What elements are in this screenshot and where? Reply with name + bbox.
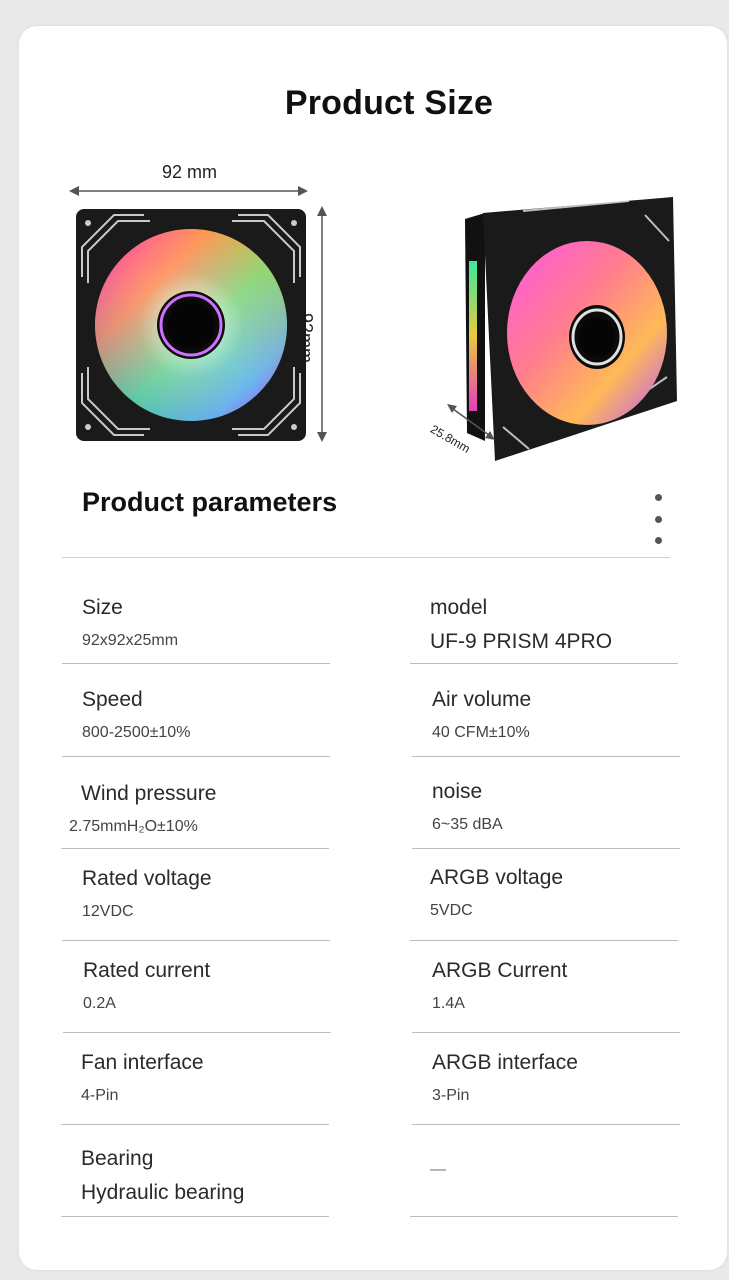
- more-vertical-icon[interactable]: [647, 494, 669, 544]
- product-card: Product Size 92 mm 92mm: [19, 26, 727, 1270]
- param-argb-voltage: ARGB voltage 5VDC: [410, 866, 698, 941]
- param-speed: Speed 800-2500±10%: [62, 688, 350, 757]
- row-divider: [412, 1032, 680, 1033]
- param-label: Wind pressure: [81, 782, 217, 805]
- param-rated-current: Rated current 0.2A: [63, 959, 351, 1033]
- param-label: Fan interface: [81, 1051, 204, 1074]
- param-argb-interface: ARGB interface 3-Pin: [412, 1051, 700, 1125]
- param-label: ARGB interface: [432, 1051, 578, 1074]
- param-value: 4-Pin: [81, 1087, 119, 1104]
- param-label: model: [430, 596, 488, 619]
- param-value: —: [430, 1161, 446, 1178]
- row-divider: [412, 756, 680, 757]
- row-divider: [410, 663, 678, 664]
- param-value: 5VDC: [430, 902, 473, 919]
- param-value: 92x92x25mm: [82, 632, 179, 649]
- param-fan-interface: Fan interface 4-Pin: [61, 1051, 349, 1125]
- param-value: 40 CFM±10%: [432, 724, 530, 741]
- param-value: 2.75mmH₂O±10%: [69, 818, 198, 835]
- more-dot: [654, 515, 662, 523]
- row-divider: [61, 848, 329, 849]
- row-divider: [410, 1216, 678, 1217]
- param-empty: —: [410, 1161, 698, 1217]
- row-divider: [62, 663, 330, 664]
- param-label: Speed: [82, 688, 143, 711]
- param-value: Hydraulic bearing: [81, 1181, 245, 1204]
- header-divider: [62, 557, 670, 558]
- param-value: 0.2A: [83, 995, 116, 1012]
- param-label: Rated current: [83, 959, 211, 982]
- param-label: Bearing: [81, 1147, 154, 1170]
- row-divider: [62, 756, 330, 757]
- param-value: 6~35 dBA: [432, 816, 503, 833]
- param-model: model UF-9 PRISM 4PRO: [410, 596, 698, 664]
- param-value: UF-9 PRISM 4PRO: [430, 630, 613, 653]
- param-label: ARGB Current: [432, 959, 568, 982]
- row-divider: [410, 940, 678, 941]
- row-divider: [63, 1032, 331, 1033]
- param-bearing: Bearing Hydraulic bearing: [61, 1147, 349, 1217]
- more-dot: [654, 494, 662, 501]
- width-dimension-label: 92 mm: [162, 162, 218, 182]
- param-wind-pressure: Wind pressure 2.75mmH₂O±10%: [61, 782, 349, 849]
- param-size: Size 92x92x25mm: [62, 596, 350, 664]
- row-divider: [62, 940, 330, 941]
- product-parameters-title: Product parameters: [82, 487, 338, 517]
- param-label: noise: [432, 780, 483, 803]
- param-label: Rated voltage: [82, 867, 212, 890]
- row-divider: [61, 1216, 329, 1217]
- param-value: 800-2500±10%: [82, 724, 191, 741]
- more-dot: [654, 537, 662, 544]
- param-label: Air volume: [432, 688, 532, 711]
- param-value: 12VDC: [82, 903, 134, 920]
- row-divider: [412, 848, 680, 849]
- param-argb-current: ARGB Current 1.4A: [412, 959, 700, 1033]
- row-divider: [61, 1124, 329, 1125]
- param-noise: noise 6~35 dBA: [412, 780, 700, 849]
- param-rated-voltage: Rated voltage 12VDC: [62, 867, 350, 941]
- param-value: 3-Pin: [432, 1087, 470, 1104]
- param-air-volume: Air volume 40 CFM±10%: [412, 688, 700, 757]
- param-value: 1.4A: [432, 995, 465, 1012]
- param-label: ARGB voltage: [430, 866, 564, 889]
- fan-front-image: [76, 209, 306, 441]
- row-divider: [412, 1124, 680, 1125]
- product-size-title: Product Size: [284, 84, 494, 122]
- param-label: Size: [82, 596, 123, 619]
